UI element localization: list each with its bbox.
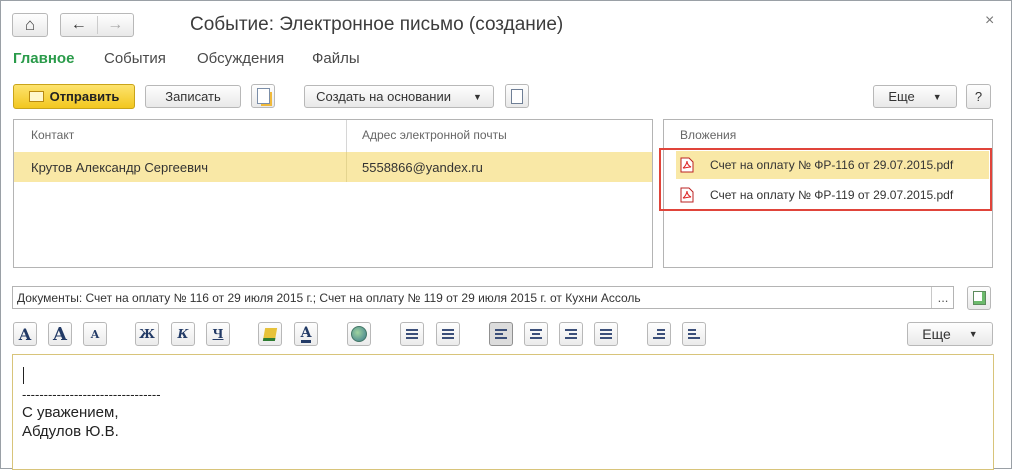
image-icon xyxy=(351,326,367,342)
help-button[interactable]: ? xyxy=(966,84,991,109)
decrease-indent-icon xyxy=(688,327,700,341)
underline-label: Ч xyxy=(212,327,224,341)
format-more-label: Еще xyxy=(922,326,951,342)
send-button-label: Отправить xyxy=(49,89,120,104)
align-left-button[interactable] xyxy=(489,322,513,346)
text-color-icon: A xyxy=(300,324,312,343)
home-button[interactable]: ⌂ xyxy=(12,13,48,37)
align-center-icon xyxy=(530,327,542,341)
more-button-label: Еще xyxy=(888,89,915,104)
tab-main[interactable]: Главное xyxy=(13,50,74,67)
underline-button[interactable]: Ч xyxy=(206,322,230,346)
message-editor[interactable] xyxy=(12,354,994,470)
fill-document-icon xyxy=(972,291,986,305)
align-center-button[interactable] xyxy=(524,322,548,346)
more-button[interactable]: Еще ▼ xyxy=(873,85,957,108)
print-document-button[interactable] xyxy=(251,84,275,108)
numbered-list-button[interactable] xyxy=(436,322,460,346)
align-right-icon xyxy=(565,327,577,341)
font-label: A xyxy=(18,324,32,344)
recipients-table: Контакт Адрес электронной почты Крутов А… xyxy=(13,119,653,268)
document-icon xyxy=(511,88,523,104)
increase-indent-icon xyxy=(653,327,665,341)
history-nav-group: ← → xyxy=(60,13,134,37)
tab-events[interactable]: События xyxy=(104,50,166,67)
envelope-icon xyxy=(28,91,44,102)
background-color-button[interactable] xyxy=(258,322,282,346)
fill-documents-button[interactable] xyxy=(967,286,991,310)
increase-indent-button[interactable] xyxy=(647,322,671,346)
signature-line: Абдулов Ю.В. xyxy=(22,423,119,440)
chevron-down-icon: ▼ xyxy=(968,329,978,339)
column-header-contact: Контакт xyxy=(31,128,75,142)
documents-field[interactable]: Документы: Счет на оплату № 116 от 29 ию… xyxy=(12,286,954,309)
text-color-button[interactable]: A xyxy=(294,322,318,346)
align-left-icon xyxy=(495,327,507,341)
create-based-label: Создать на основании xyxy=(316,89,451,104)
back-arrow-icon[interactable]: ← xyxy=(61,16,98,34)
attachments-header: Вложения xyxy=(680,128,737,142)
italic-label: К xyxy=(177,327,189,341)
decrease-font-button[interactable]: A xyxy=(83,322,107,346)
help-button-label: ? xyxy=(974,89,983,104)
column-header-email: Адрес электронной почты xyxy=(362,128,507,142)
home-icon: ⌂ xyxy=(24,15,36,34)
decrease-font-label: A xyxy=(90,327,100,341)
column-divider xyxy=(346,120,347,152)
save-button[interactable]: Записать xyxy=(145,85,241,108)
contact-cell: Крутов Александр Сергеевич xyxy=(31,160,209,175)
signature-line: С уважением, xyxy=(22,404,119,421)
window-title: Событие: Электронное письмо (создание) xyxy=(190,14,564,35)
bold-label: Ж xyxy=(139,327,155,341)
increase-font-label: A xyxy=(53,323,67,345)
bold-button[interactable]: Ж xyxy=(135,322,159,346)
decrease-indent-button[interactable] xyxy=(682,322,706,346)
create-based-on-dropdown[interactable]: Создать на основании ▼ xyxy=(304,85,494,108)
format-more-button[interactable]: Еще ▼ xyxy=(907,322,993,346)
italic-button[interactable]: К xyxy=(171,322,195,346)
forward-arrow-icon[interactable]: → xyxy=(98,16,134,34)
table-row[interactable]: Крутов Александр Сергеевич 5558866@yande… xyxy=(14,152,652,182)
insert-image-button[interactable] xyxy=(347,322,371,346)
justify-button[interactable] xyxy=(594,322,618,346)
attachments-highlight xyxy=(659,148,992,211)
numbered-list-icon xyxy=(442,327,454,341)
tab-files[interactable]: Файлы xyxy=(312,50,360,67)
documents-field-value: Документы: Счет на оплату № 116 от 29 ию… xyxy=(17,291,641,305)
tab-discussions[interactable]: Обсуждения xyxy=(197,50,284,67)
text-cursor xyxy=(23,367,24,384)
select-documents-button[interactable]: ... xyxy=(931,287,954,308)
send-button[interactable]: Отправить xyxy=(13,84,135,109)
document-print-icon xyxy=(256,88,270,104)
bulleted-list-icon xyxy=(406,327,418,341)
align-right-button[interactable] xyxy=(559,322,583,346)
font-button[interactable]: A xyxy=(13,322,37,346)
column-divider xyxy=(346,152,347,182)
close-icon[interactable]: × xyxy=(985,12,994,30)
justify-icon xyxy=(600,327,612,341)
save-button-label: Записать xyxy=(165,89,221,104)
document-button[interactable] xyxy=(505,84,529,108)
paint-bucket-icon xyxy=(262,327,278,341)
bulleted-list-button[interactable] xyxy=(400,322,424,346)
chevron-down-icon: ▼ xyxy=(472,91,482,102)
chevron-down-icon: ▼ xyxy=(932,91,942,102)
signature-separator: -------------------------------- xyxy=(22,387,161,402)
increase-font-button[interactable]: A xyxy=(48,322,72,346)
email-cell: 5558866@yandex.ru xyxy=(362,160,483,175)
